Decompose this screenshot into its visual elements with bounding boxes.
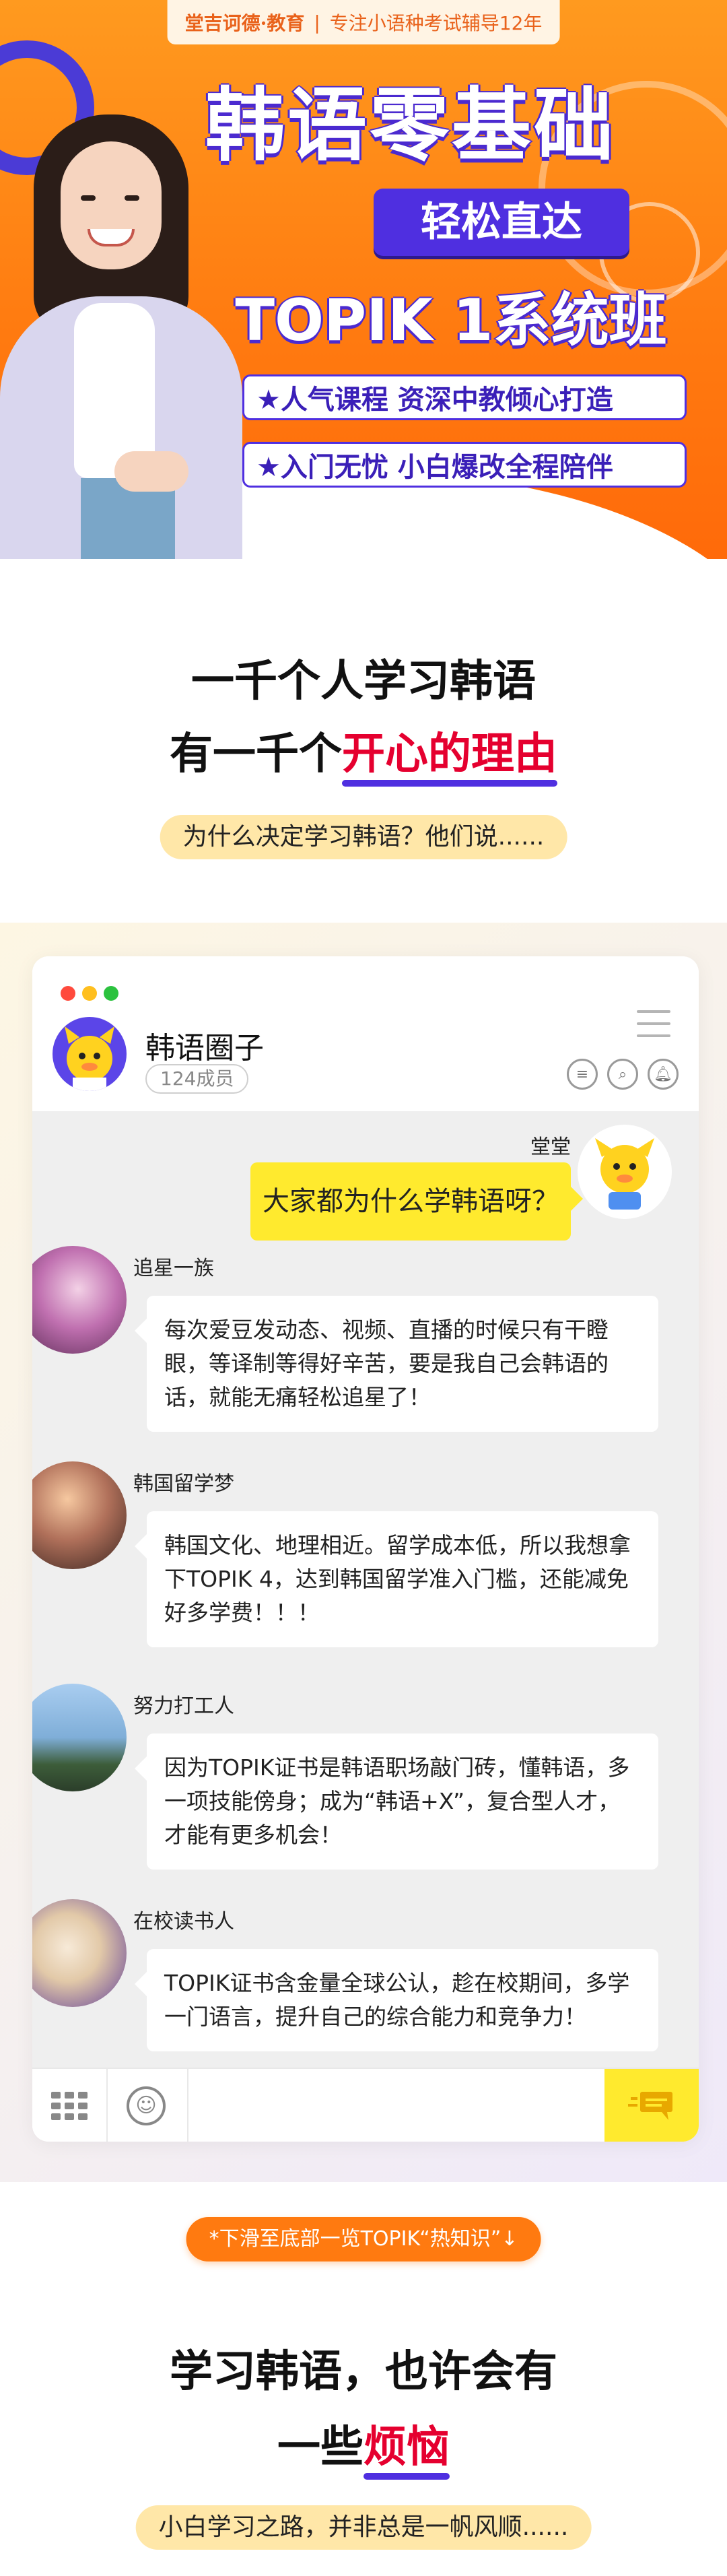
brand-separator: | bbox=[314, 11, 320, 34]
section-heading: 学习韩语，也许会有 bbox=[170, 2347, 557, 2397]
member-count-badge[interactable]: 124成员 bbox=[145, 1064, 249, 1094]
minimize-dot-icon[interactable] bbox=[82, 986, 97, 1001]
user-avatar[interactable] bbox=[32, 1684, 127, 1791]
header-actions: ≡ ⌕ 🔔︎ bbox=[567, 1059, 679, 1090]
hero-feature-2: ★入门无忧 小白爆改全程陪伴 bbox=[242, 442, 687, 488]
section-heading: 有一千个开心的理由 bbox=[0, 719, 727, 787]
emoji-icon[interactable]: ☺ bbox=[127, 2086, 166, 2125]
group-name: 韩语圈子 bbox=[145, 1031, 264, 1065]
divider bbox=[187, 2069, 188, 2142]
sender-name: 努力打工人 bbox=[133, 1694, 234, 1718]
chat-messages: 堂堂 大家都为什么学韩语呀？ 追星一族 每次爱豆发动态、视频、直播的时候只有干瞪… bbox=[32, 1111, 699, 2068]
send-icon bbox=[628, 2092, 672, 2120]
brand-logo: 堂吉诃德·教育 bbox=[184, 12, 305, 34]
sender-name: 韩国留学梦 bbox=[133, 1472, 234, 1496]
heading-text: 有一千个 bbox=[170, 729, 342, 779]
close-dot-icon[interactable] bbox=[61, 986, 75, 1001]
brand-bar: 堂吉诃德·教育 | 专注小语种考试辅导12年 bbox=[167, 0, 560, 44]
section-subtitle-pill: 为什么决定学习韩语？他们说...... bbox=[160, 815, 567, 859]
section-heading: 一些烦恼 bbox=[0, 2412, 727, 2480]
message-bubble: 每次爱豆发动态、视频、直播的时候只有干瞪眼，等译制等得好辛苦，要是我自己会韩语的… bbox=[135, 1296, 658, 1432]
maximize-dot-icon[interactable] bbox=[104, 986, 118, 1001]
chat-input-bar: ☺ bbox=[32, 2068, 699, 2142]
send-button[interactable] bbox=[604, 2069, 699, 2142]
section-subtitle-pill: 小白学习之路，并非总是一帆风顺...... bbox=[135, 2505, 592, 2550]
search-icon[interactable]: ⌕ bbox=[607, 1059, 638, 1090]
chat-window: 韩语圈子 124成员 ≡ ⌕ 🔔︎ 堂堂 大家都为什么学韩语呀？ 追星一族 每次… bbox=[32, 956, 699, 2142]
user-avatar[interactable] bbox=[32, 1246, 127, 1354]
bell-icon[interactable]: 🔔︎ bbox=[648, 1059, 679, 1090]
hero-title: 韩语零基础 bbox=[205, 79, 616, 172]
chat-header: 韩语圈子 124成员 ≡ ⌕ 🔔︎ bbox=[32, 956, 699, 1111]
mascot-avatar[interactable] bbox=[578, 1125, 672, 1219]
message-bubble: 韩国文化、地理相近。留学成本低，所以我想拿下TOPIK 4，达到韩国留学准入门槛… bbox=[135, 1511, 658, 1647]
sender-name: 追星一族 bbox=[133, 1257, 214, 1280]
message-bubble: 因为TOPIK证书是韩语职场敲门砖，懂韩语，多一项技能傍身；成为“韩语+X”，复… bbox=[135, 1733, 658, 1870]
divider bbox=[106, 2069, 108, 2142]
heading-highlight: 开心的理由 bbox=[342, 719, 557, 787]
sender-name: 堂堂 bbox=[530, 1135, 571, 1159]
my-message-bubble: 大家都为什么学韩语呀？ bbox=[250, 1162, 583, 1241]
heading-text: 一些 bbox=[277, 2422, 364, 2472]
group-avatar[interactable] bbox=[53, 1017, 127, 1091]
hero-banner: 堂吉诃德·教育 | 专注小语种考试辅导12年 韩语零基础 轻松直达 TOPIK … bbox=[0, 0, 727, 559]
message-bubble: TOPIK证书含金量全球公认，趁在校期间，多学一门语言，提升自己的综合能力和竞争… bbox=[135, 1949, 658, 2051]
section-heading: 一千个人学习韩语 bbox=[191, 657, 536, 706]
heading-highlight: 烦恼 bbox=[364, 2412, 450, 2480]
brand-slogan: 专注小语种考试辅导12年 bbox=[329, 12, 543, 34]
sender-name: 在校读书人 bbox=[133, 1910, 234, 1934]
window-controls bbox=[61, 986, 118, 1001]
menu-icon[interactable] bbox=[637, 1010, 670, 1040]
notes-icon[interactable]: ≡ bbox=[567, 1059, 598, 1090]
hero-feature-1: ★人气课程 资深中教倾心打造 bbox=[242, 374, 687, 420]
scroll-tip-pill[interactable]: *下滑至底部一览TOPIK“热知识”↓ bbox=[186, 2217, 541, 2261]
user-avatar[interactable] bbox=[32, 1899, 127, 2007]
hero-course-name: TOPIK 1系统班 bbox=[235, 287, 667, 354]
keyboard-icon[interactable] bbox=[46, 2082, 93, 2129]
user-avatar[interactable] bbox=[32, 1461, 127, 1569]
hero-tag-pill: 轻松直达 bbox=[374, 189, 629, 256]
